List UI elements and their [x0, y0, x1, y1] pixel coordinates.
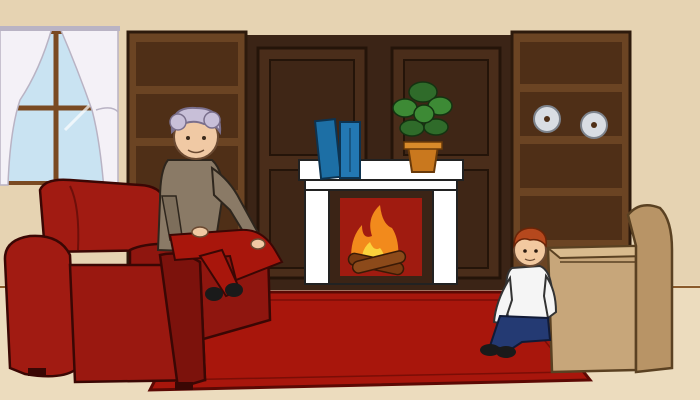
disc-1	[533, 105, 561, 133]
disc-2	[580, 111, 608, 139]
living-room-scene	[0, 0, 700, 400]
